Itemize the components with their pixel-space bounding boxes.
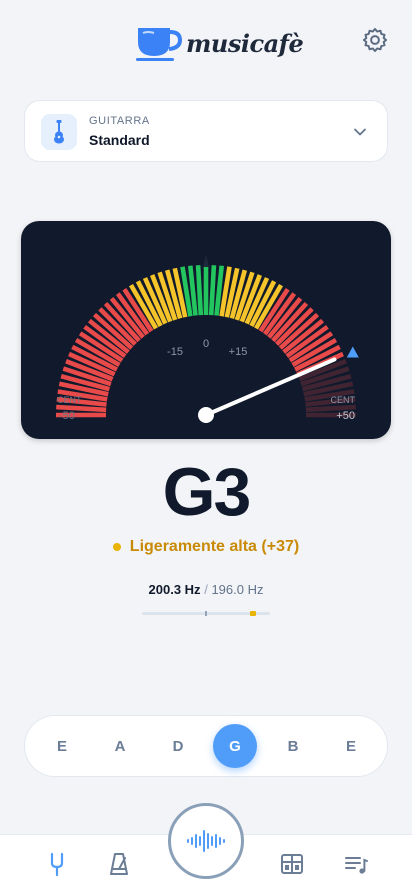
right-range-label: +50 — [336, 410, 355, 422]
tuning-status: Ligeramente alta (+37) — [0, 538, 412, 556]
left-unit-label: CENT — [57, 395, 82, 405]
listen-button[interactable] — [168, 803, 244, 879]
center-pointer-icon — [203, 255, 209, 267]
pitch-marker-icon — [346, 346, 359, 358]
current-frequency: 200.3 Hz — [148, 582, 201, 597]
metronome-icon[interactable] — [106, 851, 132, 877]
status-dot — [112, 543, 121, 551]
left-range-label: -50 — [59, 410, 75, 422]
needle-pivot — [198, 407, 214, 423]
gauge-tick — [208, 265, 217, 316]
app-logo: musicafè — [136, 24, 304, 62]
meter-center-mark — [205, 611, 207, 616]
scale-label-plus15: +15 — [229, 346, 248, 358]
tuning-name: Standard — [89, 132, 150, 148]
string-button-e-high[interactable]: E — [329, 724, 373, 768]
app-header: musicafè — [0, 0, 412, 80]
tuning-fork-icon[interactable] — [44, 851, 70, 877]
gauge-tick — [195, 265, 204, 316]
string-button-d[interactable]: D — [156, 724, 200, 768]
scale-label-zero: 0 — [203, 338, 209, 350]
scale-label-minus15: -15 — [167, 346, 183, 358]
frequency-readout: 200.3 Hz / 196.0 Hz — [0, 582, 412, 597]
string-button-e-low[interactable]: E — [40, 724, 84, 768]
frequency-separator: / — [204, 582, 208, 597]
playlist-icon[interactable] — [343, 851, 369, 877]
chevron-down-icon[interactable] — [353, 125, 367, 139]
meter-indicator — [250, 611, 256, 616]
string-button-g[interactable]: G — [213, 724, 257, 768]
right-unit-label: CENT — [331, 395, 356, 405]
instrument-selector[interactable]: GUITARRA Standard — [24, 100, 388, 162]
string-button-a[interactable]: A — [98, 724, 142, 768]
gear-icon[interactable] — [362, 27, 388, 53]
gauge-dial: -15 0 +15 CENT -50 CENT +50 — [56, 255, 359, 423]
target-frequency: 196.0 Hz — [211, 582, 264, 597]
waveform-icon — [187, 830, 225, 852]
coffee-cup-icon — [136, 28, 182, 61]
string-button-b[interactable]: B — [271, 724, 315, 768]
frequency-meter — [142, 611, 270, 616]
logo-text: musicafè — [186, 28, 304, 58]
string-selector: E A D G B E — [24, 715, 388, 777]
tuner-gauge: -15 0 +15 CENT -50 CENT +50 — [21, 221, 391, 439]
status-text: Ligeramente alta (+37) — [129, 538, 300, 555]
guitar-icon — [41, 114, 77, 150]
chord-grid-icon[interactable] — [279, 851, 305, 877]
detected-note: G3 — [162, 454, 252, 530]
instrument-category: GUITARRA — [89, 115, 150, 127]
